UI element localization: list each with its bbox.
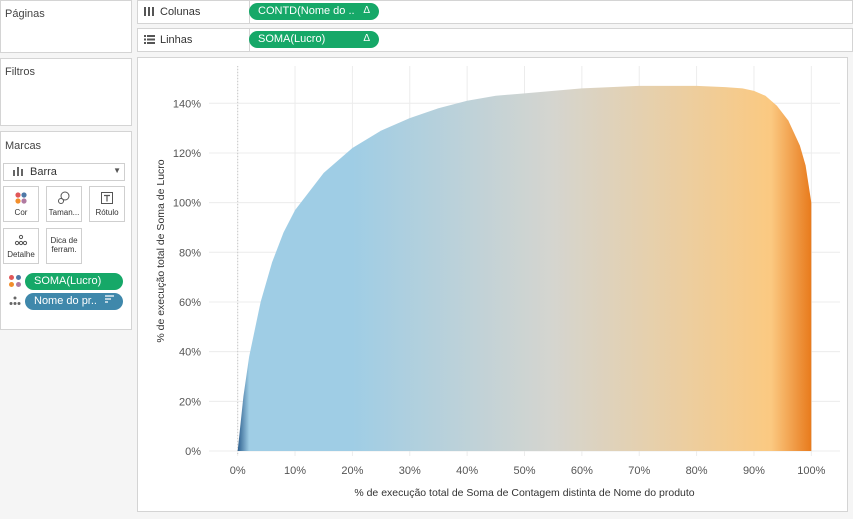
rows-pill[interactable]: SOMA(Lucro) Δ xyxy=(249,31,379,48)
size-label: Taman... xyxy=(48,208,80,217)
tooltip-label: Dica de ferram. xyxy=(50,236,78,254)
columns-shelf[interactable]: Colunas CONTD(Nome do .. Δ xyxy=(137,0,853,24)
pages-title: Páginas xyxy=(5,8,45,20)
y-tick-label: 60% xyxy=(179,297,201,309)
x-tick-label: 50% xyxy=(513,465,535,477)
x-tick-label: 100% xyxy=(797,465,825,477)
detail-field-pill[interactable]: Nome do pr.. xyxy=(25,293,123,310)
y-tick-label: 100% xyxy=(173,198,201,210)
mark-type-dropdown[interactable]: Barra ▼ xyxy=(3,163,125,181)
detail-icon xyxy=(9,296,21,309)
y-tick-label: 20% xyxy=(179,396,201,408)
chart-marks[interactable] xyxy=(237,85,812,452)
label-icon xyxy=(90,191,124,205)
detail-field-label: Nome do pr.. xyxy=(34,295,97,307)
y-tick-label: 0% xyxy=(185,446,201,458)
y-tick-label: 40% xyxy=(179,347,201,359)
y-axis: 0% 20% 40% 60% 80% 100% 120% 140% xyxy=(173,98,201,458)
mark-type-value: Barra xyxy=(30,166,57,178)
rows-pill-label: SOMA(Lucro) xyxy=(258,33,326,45)
rows-label: Linhas xyxy=(160,34,193,46)
detail-label: Detalhe xyxy=(7,250,35,259)
pareto-area[interactable] xyxy=(237,85,812,452)
x-tick-label: 0% xyxy=(230,465,246,477)
columns-label: Colunas xyxy=(160,6,201,18)
x-tick-label: 30% xyxy=(399,465,421,477)
size-icon xyxy=(47,191,81,205)
label-button[interactable]: Rótulo xyxy=(89,186,125,222)
x-tick-label: 80% xyxy=(686,465,708,477)
tooltip-button[interactable]: Dica de ferram. xyxy=(46,228,82,264)
pareto-chart[interactable]: 0% 20% 40% 60% 80% 100% 120% 140% 0% 10% 20% 30% 40… xyxy=(138,58,847,511)
filters-card[interactable]: Filtros xyxy=(0,58,132,126)
label-label: Rótulo xyxy=(95,208,119,217)
delta-icon: Δ xyxy=(363,5,370,16)
x-tick-label: 60% xyxy=(571,465,593,477)
y-axis-title: % de execução total de Soma de Lucro xyxy=(155,159,167,342)
color-field-pill[interactable]: SOMA(Lucro) xyxy=(25,273,123,290)
size-button[interactable]: Taman... xyxy=(46,186,82,222)
x-tick-label: 90% xyxy=(743,465,765,477)
y-tick-label: 140% xyxy=(173,98,201,110)
y-tick-label: 120% xyxy=(173,148,201,160)
marks-title: Marcas xyxy=(5,140,42,152)
x-tick-label: 70% xyxy=(628,465,650,477)
x-axis-title: % de execução total de Soma de Contagem … xyxy=(354,487,694,499)
y-tick-label: 80% xyxy=(179,247,201,259)
detail-icon xyxy=(4,233,38,247)
pages-card[interactable]: Páginas xyxy=(0,0,132,53)
columns-icon xyxy=(144,6,155,19)
color-label: Cor xyxy=(14,208,28,217)
rows-shelf[interactable]: Linhas SOMA(Lucro) Δ xyxy=(137,28,853,52)
color-icon xyxy=(4,191,38,205)
filters-title: Filtros xyxy=(5,66,35,78)
color-field-label: SOMA(Lucro) xyxy=(34,275,102,287)
chevron-down-icon[interactable]: ▼ xyxy=(113,166,121,175)
x-tick-label: 10% xyxy=(284,465,306,477)
columns-pill-label: CONTD(Nome do .. xyxy=(258,5,355,17)
color-button[interactable]: Cor xyxy=(3,186,39,222)
delta-icon: Δ xyxy=(363,33,370,44)
columns-pill[interactable]: CONTD(Nome do .. Δ xyxy=(249,3,379,20)
x-tick-label: 40% xyxy=(456,465,478,477)
chart-view[interactable]: 0% 20% 40% 60% 80% 100% 120% 140% 0% 10% 20% 30% 40… xyxy=(137,57,848,512)
bar-chart-icon xyxy=(12,166,24,179)
color-icon xyxy=(9,275,21,287)
rows-icon xyxy=(144,34,155,47)
x-axis: 0% 10% 20% 30% 40% 50% 60% 70% 80% 90% 100% xyxy=(230,465,826,477)
sort-icon xyxy=(104,294,115,307)
x-tick-label: 20% xyxy=(341,465,363,477)
detail-button[interactable]: Detalhe xyxy=(3,228,39,264)
